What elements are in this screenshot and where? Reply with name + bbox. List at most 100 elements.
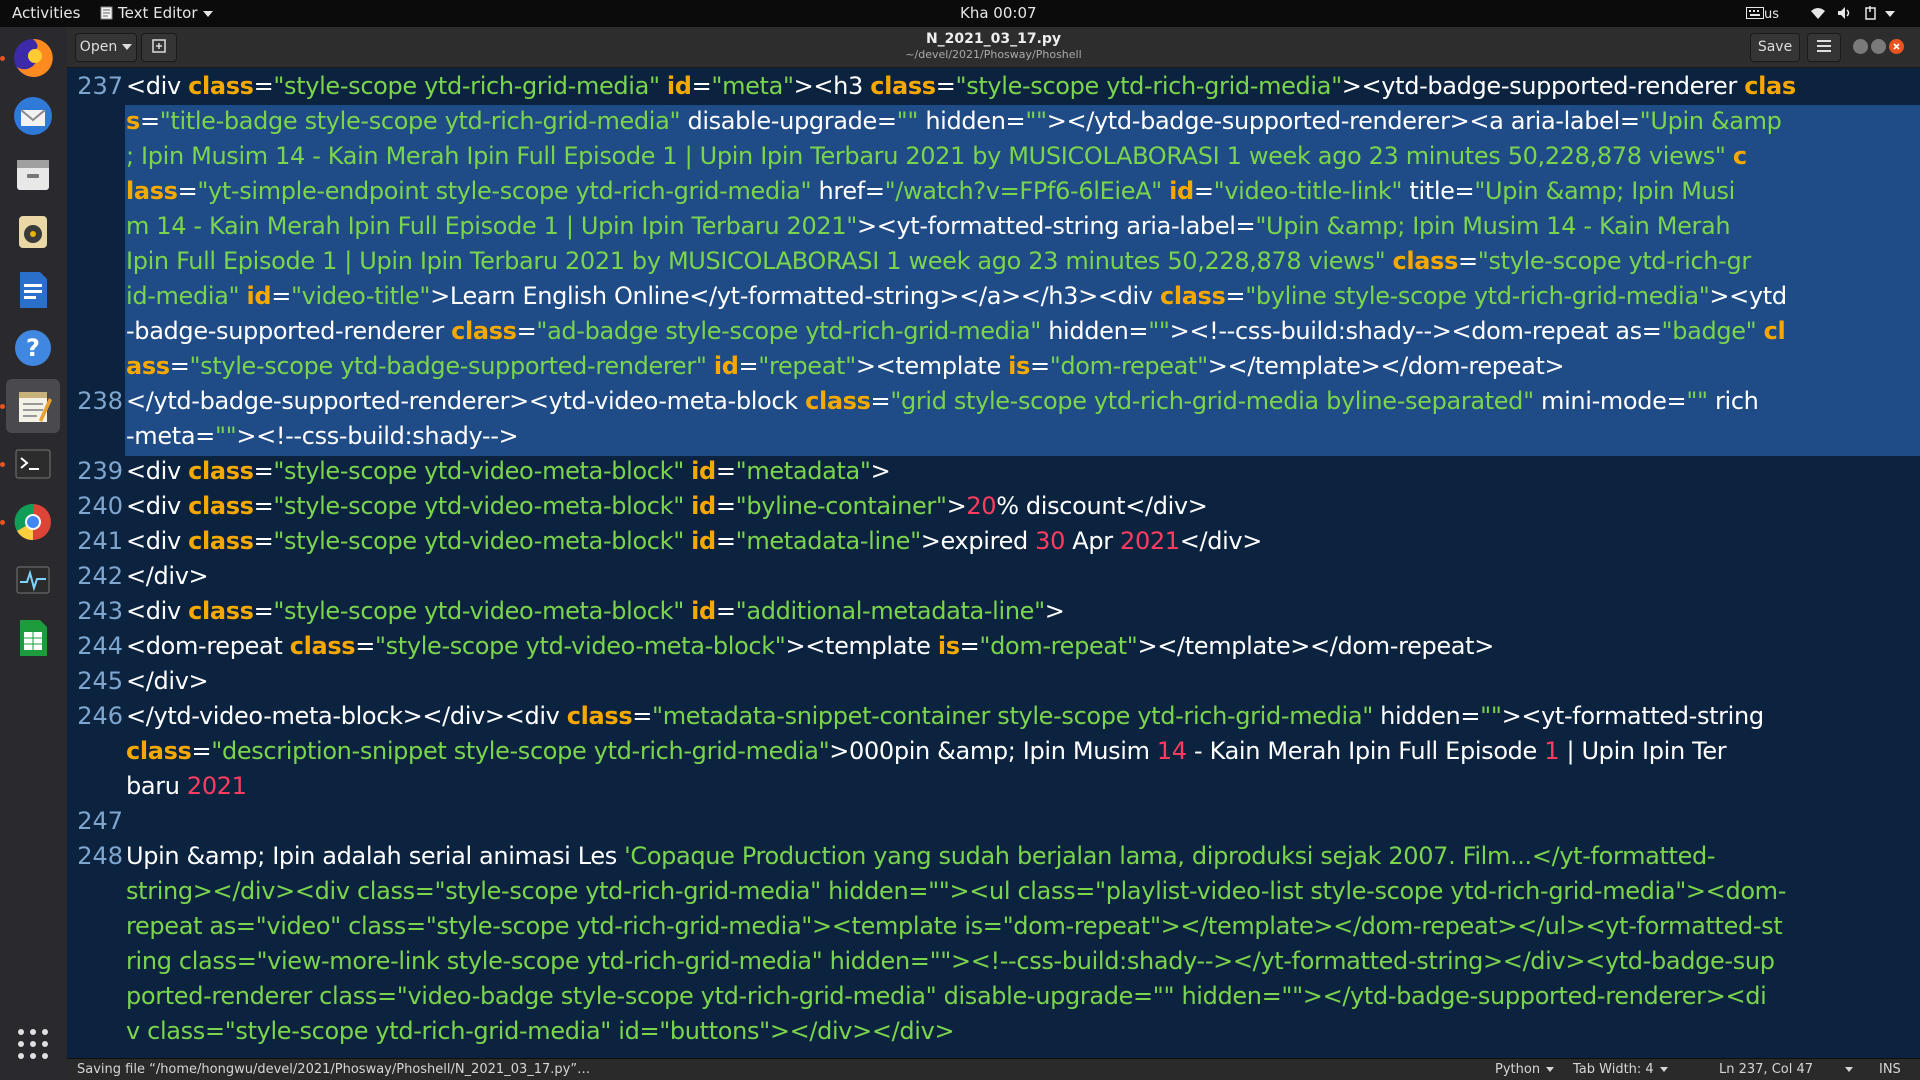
code-line: </ytd-video-meta-block></div><div class=… bbox=[126, 699, 1920, 734]
chevron-down-icon bbox=[202, 10, 213, 17]
code-token: "" bbox=[1025, 107, 1047, 135]
libreoffice-writer-icon[interactable] bbox=[6, 263, 60, 317]
power-icon bbox=[1864, 6, 1876, 20]
code-token: 1 bbox=[1544, 737, 1560, 765]
code-token: </div> bbox=[126, 562, 209, 590]
code-token: ><!--css-build:shady--> bbox=[236, 422, 519, 450]
code-token: ><yt-formatted-string aria-label= bbox=[856, 212, 1256, 240]
code-token: "metadata-snippet-container style-scope … bbox=[652, 702, 1373, 730]
thunderbird-icon[interactable] bbox=[6, 89, 60, 143]
code-token: <div bbox=[126, 457, 189, 485]
code-line: repeat as="video" class="style-scope ytd… bbox=[126, 909, 1920, 944]
code-token: "additional-metadata-line" bbox=[735, 597, 1045, 625]
code-line: -badge-supported-renderer class="ad-badg… bbox=[126, 314, 1920, 349]
keyboard-layout[interactable]: us bbox=[1746, 0, 1779, 27]
menu-button[interactable] bbox=[1807, 33, 1841, 62]
files-icon[interactable] bbox=[6, 147, 60, 201]
text-editor-icon[interactable] bbox=[6, 379, 60, 433]
cursor-position-menu[interactable] bbox=[1839, 1059, 1853, 1080]
code-line: <div class="style-scope ytd-video-meta-b… bbox=[126, 489, 1920, 524]
maximize-button[interactable] bbox=[1871, 39, 1886, 54]
document-title: N_2021_03_17.py bbox=[925, 31, 1062, 47]
minimize-button[interactable] bbox=[1853, 39, 1868, 54]
language-selector[interactable]: Python bbox=[1495, 1059, 1555, 1080]
chevron-down-icon bbox=[1884, 10, 1895, 17]
code-token: href= bbox=[811, 177, 885, 205]
chrome-icon[interactable] bbox=[6, 495, 60, 549]
code-line: Ipin Full Episode 1 | Upin Ipin Terbaru … bbox=[126, 244, 1920, 279]
status-message: Saving file “/home/hongwu/devel/2021/Pho… bbox=[77, 1062, 591, 1077]
header-bar: Open N_2021_03_17.py ~/devel/2021/Phoswa… bbox=[67, 27, 1920, 68]
libreoffice-calc-icon[interactable] bbox=[6, 611, 60, 665]
cursor-position[interactable]: Ln 237, Col 47 bbox=[1719, 1059, 1813, 1080]
code-token: "style-scope ytd-video-meta-block" bbox=[273, 457, 684, 485]
rhythmbox-icon[interactable] bbox=[6, 205, 60, 259]
code-token: "" bbox=[896, 107, 919, 135]
status-bar: Saving file “/home/hongwu/devel/2021/Pho… bbox=[67, 1058, 1920, 1080]
line-number: 240 bbox=[77, 492, 123, 520]
chevron-down-icon bbox=[1659, 1067, 1668, 1072]
code-token: >expired bbox=[920, 527, 1036, 555]
code-token: disable-upgrade= bbox=[680, 107, 897, 135]
code-token: id bbox=[1169, 177, 1194, 205]
code-token: "style-scope ytd-rich-gr bbox=[1477, 247, 1751, 275]
code-token: ><template bbox=[855, 352, 1009, 380]
grid-icon[interactable] bbox=[6, 1017, 60, 1071]
code-token: "description-snippet style-scope ytd-ric… bbox=[211, 737, 830, 765]
code-editor[interactable]: 237 238 239 240 241 242 243 244 245 246 247 248 <di… bbox=[67, 68, 1920, 1058]
help-icon[interactable]: ? bbox=[6, 321, 60, 375]
terminal-icon[interactable] bbox=[6, 437, 60, 491]
code-token: id bbox=[713, 352, 739, 380]
code-token: "style-scope ytd-rich-grid-media" bbox=[273, 72, 660, 100]
save-button[interactable]: Save bbox=[1750, 33, 1800, 62]
code-token: ><h3 bbox=[793, 72, 871, 100]
tab-width-selector[interactable]: Tab Width: 4 bbox=[1573, 1059, 1668, 1080]
firefox-icon[interactable] bbox=[6, 31, 60, 85]
code-line: m 14 - Kain Merah Ipin Full Episode 1 | … bbox=[126, 209, 1920, 244]
volume-icon bbox=[1837, 7, 1850, 19]
code-token: = bbox=[169, 352, 190, 380]
system-status-menu[interactable] bbox=[1810, 0, 1895, 27]
insert-mode: INS bbox=[1879, 1062, 1901, 1077]
code-token: = bbox=[935, 72, 956, 100]
clock[interactable]: Kha 00:07 bbox=[960, 0, 1037, 27]
code-token: = bbox=[516, 317, 537, 345]
app-menu[interactable]: Text Editor bbox=[100, 0, 213, 27]
line-number: 246 bbox=[77, 702, 123, 730]
code-line: ring class="view-more-link style-scope y… bbox=[126, 944, 1920, 979]
code-token: baru bbox=[126, 772, 187, 800]
code-token: > bbox=[1044, 597, 1065, 625]
code-token: "grid style-scope ytd-rich-grid-media by… bbox=[890, 387, 1534, 415]
system-monitor-icon[interactable] bbox=[6, 553, 60, 607]
code-token: ></template></dom-repeat> bbox=[1207, 352, 1565, 380]
cursor-position-label: Ln 237, Col 47 bbox=[1719, 1062, 1814, 1077]
close-button[interactable] bbox=[1889, 39, 1904, 54]
code-token: = bbox=[632, 702, 653, 730]
code-token: = bbox=[253, 527, 274, 555]
code-token: class bbox=[289, 632, 356, 660]
code-token: "yt-simple-endpoint style-scope ytd-rich… bbox=[197, 177, 812, 205]
code-token: id bbox=[691, 457, 716, 485]
code-token: 20 bbox=[966, 492, 997, 520]
line-number: 245 bbox=[77, 667, 123, 695]
code-token: repeat as="video" class="style-scope ytd… bbox=[126, 912, 1783, 940]
code-token: </ytd-video-meta-block></div><div bbox=[126, 702, 567, 730]
code-line: <div class="style-scope ytd-video-meta-b… bbox=[126, 524, 1920, 559]
code-token: id bbox=[691, 527, 716, 555]
code-token: is bbox=[1008, 352, 1030, 380]
code-token: ; Ipin Musim 14 - Kain Merah Ipin Full E… bbox=[126, 142, 1726, 170]
code-token: ><!--css-build:shady--><dom-repeat as= bbox=[1169, 317, 1662, 345]
code-token: "title-badge style-scope ytd-rich-grid-m… bbox=[159, 107, 681, 135]
activities-button[interactable]: Activities bbox=[12, 0, 80, 27]
code-token: "style-scope ytd-video-meta-block" bbox=[374, 632, 786, 660]
code-token: = bbox=[191, 737, 212, 765]
code-line: id-media" id="video-title">Learn English… bbox=[126, 279, 1920, 314]
code-line: ported-renderer class="video-badge style… bbox=[126, 979, 1920, 1014]
code-token: = bbox=[355, 632, 375, 660]
code-token: Upin &amp; Ipin adalah serial animasi Le… bbox=[126, 842, 625, 870]
code-token: <div bbox=[126, 72, 189, 100]
code-token: > bbox=[870, 457, 891, 485]
line-number: 247 bbox=[77, 807, 123, 835]
